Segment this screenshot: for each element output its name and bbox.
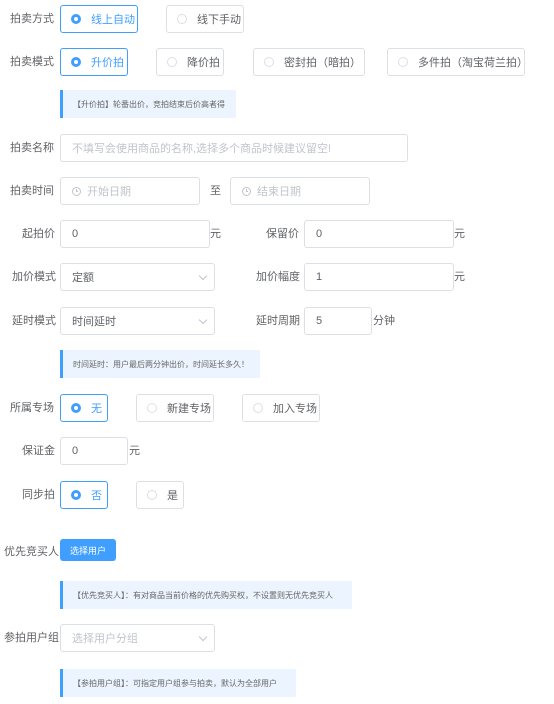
auction-name-placeholder: 不填写会使用商品的名称,选择多个商品时候建议留空! [72,143,332,155]
start-price-input[interactable]: 0 [60,220,210,248]
start-date-placeholder: 开始日期 [87,186,131,198]
end-date-input[interactable]: 结束日期 [230,177,370,205]
chevron-down-icon [198,632,208,642]
auction-mode-tip: 【升价拍】轮番出价，竞拍结束后价高者得 [60,90,236,118]
special-session-label: 所属专场 [10,402,54,414]
radio-online-auto[interactable]: 线上自动 [60,5,138,33]
auction-mode-label: 拍卖模式 [10,56,54,68]
user-group-select[interactable]: 选择用户分组 [60,624,215,652]
sync-auction-label: 同步拍 [22,489,55,501]
start-price-value: 0 [72,228,79,240]
radio-indicator-checked [71,403,81,413]
radio-indicator [177,14,187,24]
chevron-down-icon [198,271,208,281]
radio-session-none[interactable]: 无 [60,394,108,422]
priority-buyer-label: 优先竞买人 [4,546,59,558]
delay-mode-label: 延时模式 [12,315,56,327]
date-range-separator: 至 [210,185,221,197]
auction-time-label: 拍卖时间 [10,185,54,197]
start-price-unit: 元 [210,228,221,240]
radio-dutch-auction[interactable]: 多件拍（淘宝荷兰拍） [387,48,525,76]
radio-label: 无 [91,403,102,415]
delay-period-label: 延时周期 [256,315,300,327]
reserve-price-input[interactable]: 0 [304,220,454,248]
radio-label: 升价拍 [91,57,124,69]
user-group-tip: 【参拍用户组】：可指定用户组参与拍卖，默认为全部用户 [60,669,296,697]
radio-session-join[interactable]: 加入专场 [242,394,320,422]
delay-period-input[interactable]: 5 [304,307,372,335]
radio-descending-auction[interactable]: 降价拍 [156,48,224,76]
start-date-input[interactable]: 开始日期 [60,177,200,205]
deposit-input[interactable]: 0 [60,437,128,465]
reserve-price-unit: 元 [454,228,465,240]
deposit-value: 0 [72,445,79,457]
radio-label: 降价拍 [187,57,220,69]
user-group-label: 参拍用户组 [4,632,59,644]
radio-indicator-checked [71,490,81,500]
radio-label: 线下手动 [197,14,241,26]
radio-indicator [147,403,157,413]
radio-indicator [147,490,157,500]
radio-label: 线上自动 [91,14,135,26]
delay-period-unit: 分钟 [373,315,395,327]
deposit-unit: 元 [129,445,140,457]
increment-mode-select[interactable]: 定额 [60,263,215,291]
increment-mode-value: 定额 [72,272,94,284]
radio-indicator [253,403,263,413]
delay-period-value: 5 [316,315,323,327]
increment-mode-label: 加价模式 [12,271,56,283]
start-price-label: 起拍价 [22,228,55,240]
clock-icon [72,186,81,196]
reserve-price-value: 0 [316,228,323,240]
radio-offline-manual[interactable]: 线下手动 [166,5,244,33]
auction-name-input[interactable]: 不填写会使用商品的名称,选择多个商品时候建议留空! [60,134,408,162]
reserve-price-label: 保留价 [266,228,299,240]
increment-amount-input[interactable]: 1 [304,263,454,291]
radio-label: 加入专场 [273,403,317,415]
radio-session-new[interactable]: 新建专场 [136,394,214,422]
delay-mode-tip: 时间延时：用户最后两分钟出价，时间延长多久！ [60,350,260,378]
delay-mode-select[interactable]: 时间延时 [60,307,215,335]
radio-label: 多件拍（淘宝荷兰拍） [418,57,525,69]
radio-indicator-checked [71,14,81,24]
radio-ascending-auction[interactable]: 升价拍 [60,48,128,76]
radio-label: 否 [91,490,102,502]
increment-amount-label: 加价幅度 [256,271,300,283]
user-group-placeholder: 选择用户分组 [72,633,138,645]
increment-amount-value: 1 [316,271,323,283]
increment-amount-unit: 元 [454,271,465,283]
auction-method-label: 拍卖方式 [10,13,54,25]
chevron-down-icon [198,315,208,325]
end-date-placeholder: 结束日期 [257,186,301,198]
deposit-label: 保证金 [22,445,55,457]
radio-sync-no[interactable]: 否 [60,481,108,509]
select-user-button[interactable]: 选择用户 [60,539,116,561]
radio-indicator [167,57,177,67]
radio-indicator-checked [71,57,81,67]
auction-name-label: 拍卖名称 [10,142,54,154]
radio-label: 新建专场 [167,403,211,415]
radio-sync-yes[interactable]: 是 [136,481,184,509]
radio-indicator [398,57,408,67]
delay-mode-value: 时间延时 [72,316,116,328]
radio-label: 是 [167,490,178,502]
radio-indicator [264,57,274,67]
priority-buyer-tip: 【优先竞买人】：有对商品当前价格的优先购买权，不设置则无优先竞买人 [60,581,352,609]
radio-sealed-auction[interactable]: 密封拍（暗拍） [253,48,365,76]
clock-icon [242,186,251,196]
radio-label: 密封拍（暗拍） [284,57,361,69]
